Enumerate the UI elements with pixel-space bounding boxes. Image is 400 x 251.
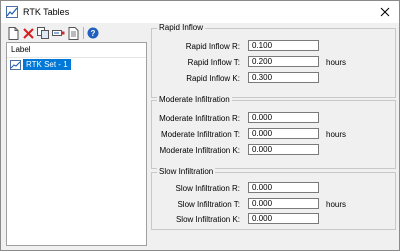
slow-infiltration-k-field: Slow Infiltration K: bbox=[152, 213, 395, 225]
notes-icon bbox=[68, 26, 78, 40]
moderate-infiltration-r-input[interactable] bbox=[248, 112, 319, 123]
list-item[interactable]: RTK Set - 1 bbox=[10, 59, 71, 70]
help-icon: ? bbox=[87, 27, 99, 39]
toolbar-separator bbox=[83, 27, 84, 39]
moderate-infiltration-k-field: Moderate Infiltration K: bbox=[152, 144, 395, 156]
unit-label: hours bbox=[326, 200, 347, 209]
slow-infiltration-r-field: Slow Infiltration R: bbox=[152, 182, 395, 194]
field-label: Rapid Inflow K: bbox=[186, 74, 240, 83]
toolbar: ? bbox=[6, 26, 101, 40]
rtk-set-icon bbox=[10, 59, 21, 70]
slow-infiltration-r-input[interactable] bbox=[248, 182, 319, 193]
rename-button[interactable] bbox=[51, 26, 65, 40]
svg-text:?: ? bbox=[91, 29, 96, 38]
moderate-infiltration-t-input[interactable] bbox=[248, 128, 319, 139]
help-button[interactable]: ? bbox=[86, 26, 100, 40]
rapid-inflow-r-input[interactable] bbox=[248, 40, 319, 51]
title-bar: RTK Tables bbox=[1, 1, 399, 23]
group-title: Slow Infiltration bbox=[157, 167, 216, 176]
copy-icon bbox=[37, 27, 49, 39]
field-label: Slow Infiltration R: bbox=[175, 184, 240, 193]
field-label: Moderate Infiltration R: bbox=[159, 114, 240, 123]
slow-infiltration-t-field: Slow Infiltration T: hours bbox=[152, 198, 395, 210]
rapid-inflow-k-field: Rapid Inflow K: bbox=[152, 72, 395, 84]
group-title: Moderate Infiltration bbox=[157, 95, 232, 104]
slow-infiltration-k-input[interactable] bbox=[248, 213, 319, 224]
rapid-inflow-group: Rapid Inflow Rapid Inflow R: Rapid Inflo… bbox=[151, 23, 396, 98]
moderate-infiltration-group: Moderate Infiltration Moderate Infiltrat… bbox=[151, 95, 396, 169]
field-label: Rapid Inflow R: bbox=[185, 42, 240, 51]
app-icon bbox=[6, 6, 18, 18]
window-title: RTK Tables bbox=[23, 7, 70, 17]
unit-label: hours bbox=[326, 58, 347, 67]
field-label: Moderate Infiltration T: bbox=[160, 130, 240, 139]
field-label: Rapid Inflow T: bbox=[187, 58, 240, 67]
close-icon bbox=[380, 7, 390, 17]
field-label: Moderate Infiltration K: bbox=[159, 146, 240, 155]
copy-button[interactable] bbox=[36, 26, 50, 40]
list-item-label: RTK Set - 1 bbox=[23, 59, 71, 70]
list-header-label: Label bbox=[7, 43, 146, 58]
group-title: Rapid Inflow bbox=[157, 23, 206, 32]
rtk-set-list[interactable]: Label RTK Set - 1 bbox=[6, 42, 147, 246]
field-label: Slow Infiltration T: bbox=[177, 200, 240, 209]
new-document-icon bbox=[8, 26, 18, 40]
moderate-infiltration-r-field: Moderate Infiltration R: bbox=[152, 112, 395, 124]
rapid-inflow-t-field: Rapid Inflow T: hours bbox=[152, 56, 395, 68]
delete-button[interactable] bbox=[21, 26, 35, 40]
close-button[interactable] bbox=[371, 1, 399, 23]
moderate-infiltration-t-field: Moderate Infiltration T: hours bbox=[152, 128, 395, 140]
notes-button[interactable] bbox=[66, 26, 80, 40]
field-label: Slow Infiltration K: bbox=[175, 215, 240, 224]
slow-infiltration-t-input[interactable] bbox=[248, 198, 319, 209]
slow-infiltration-group: Slow Infiltration Slow Infiltration R: S… bbox=[151, 167, 396, 230]
rapid-inflow-k-input[interactable] bbox=[248, 72, 319, 83]
new-button[interactable] bbox=[6, 26, 20, 40]
moderate-infiltration-k-input[interactable] bbox=[248, 144, 319, 155]
rapid-inflow-t-input[interactable] bbox=[248, 56, 319, 67]
rename-icon bbox=[51, 30, 64, 36]
delete-x-icon bbox=[22, 27, 34, 39]
rapid-inflow-r-field: Rapid Inflow R: bbox=[152, 40, 395, 52]
rtk-tables-window: RTK Tables ? Label RTK Set - 1 Rapid Inf… bbox=[0, 0, 400, 251]
unit-label: hours bbox=[326, 130, 347, 139]
